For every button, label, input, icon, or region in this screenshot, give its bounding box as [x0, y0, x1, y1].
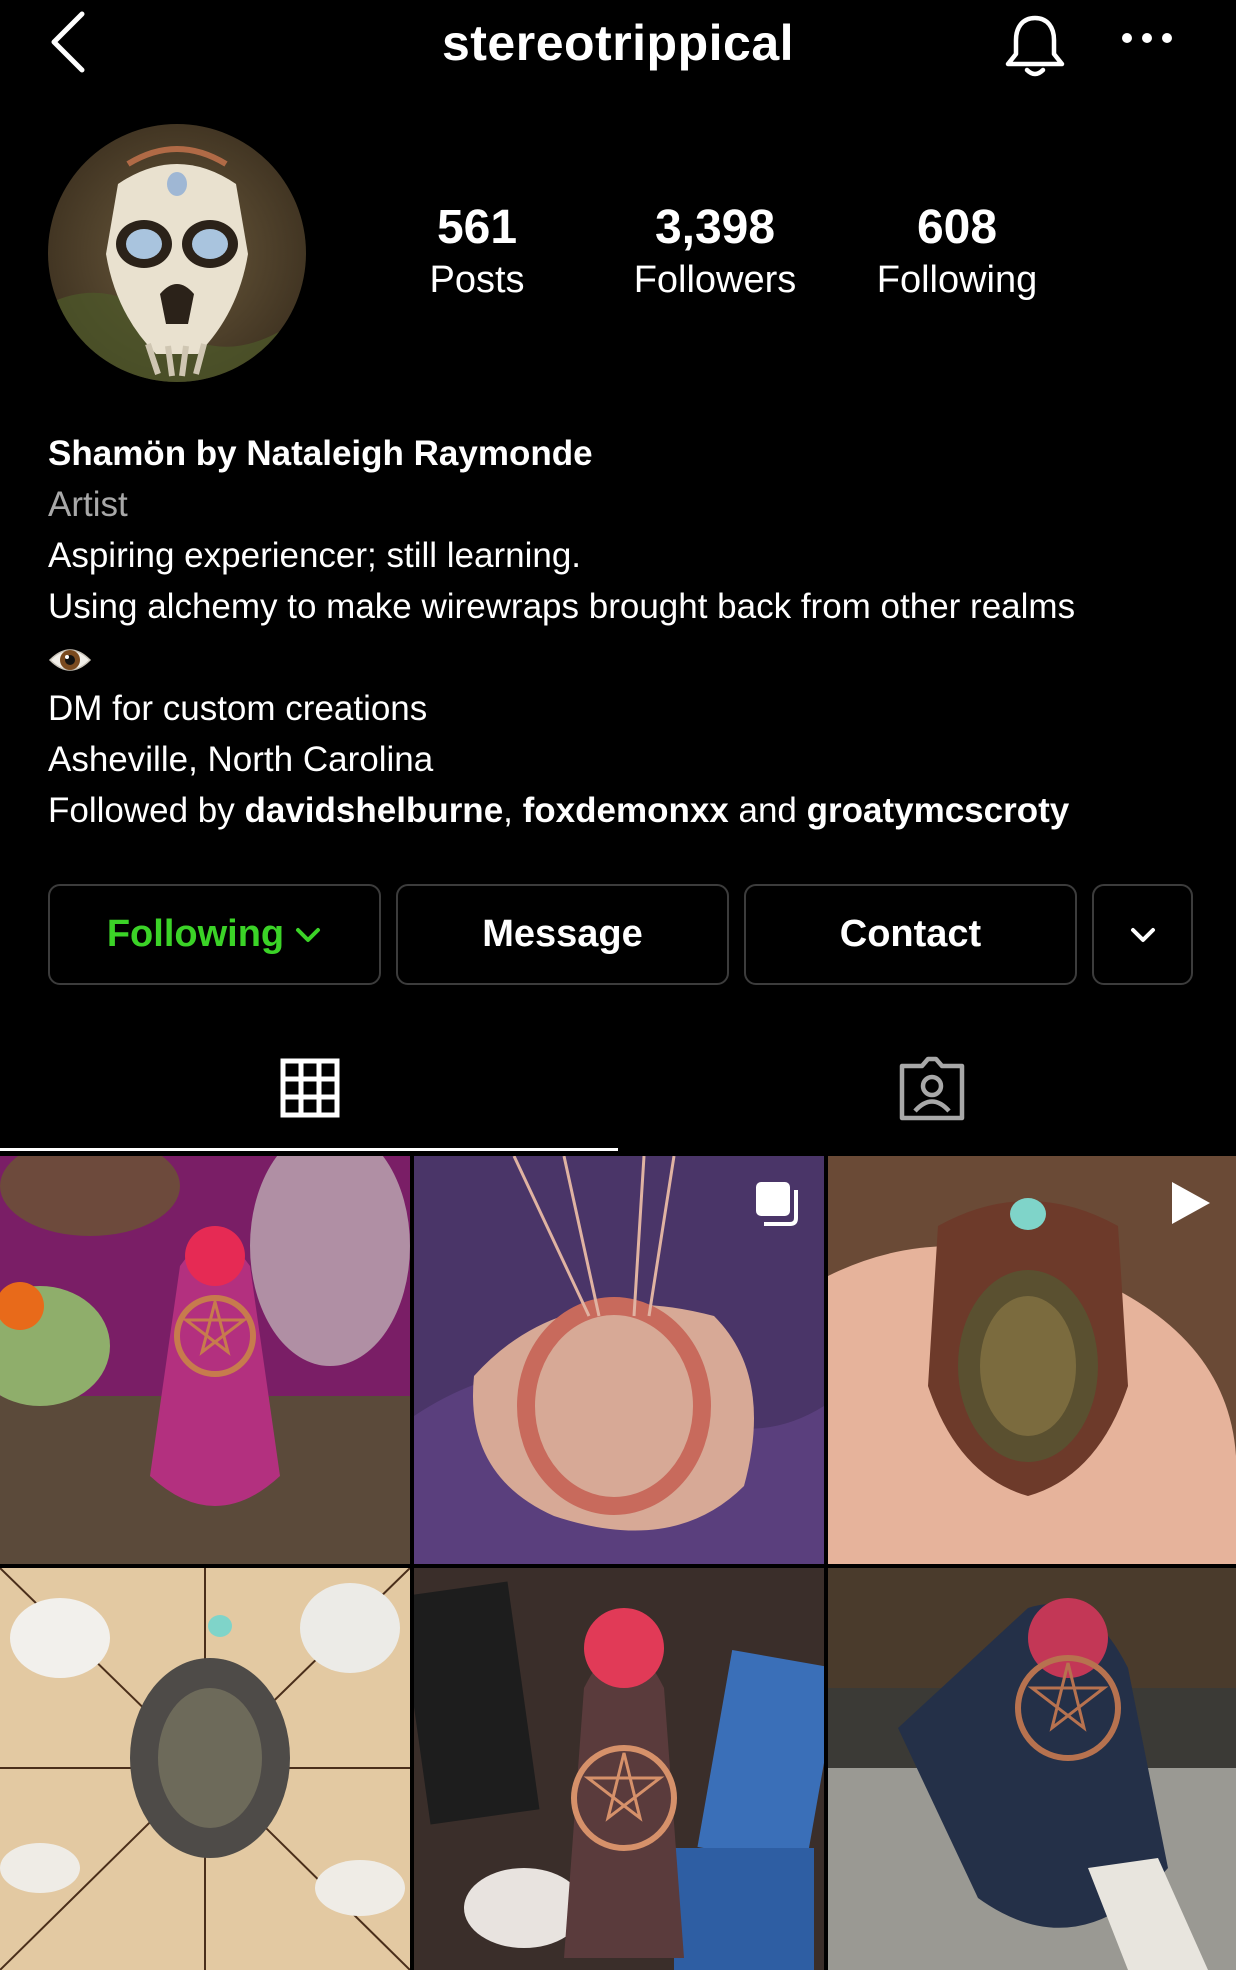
top-bar: stereotrippical [0, 0, 1236, 92]
play-icon [1172, 1182, 1210, 1224]
following-stat[interactable]: 608 Following [862, 200, 1052, 304]
eye-emoji-icon [48, 649, 92, 671]
bio: Shamön by Nataleigh Raymonde Artist Aspi… [48, 428, 1198, 836]
followers-count: 3,398 [654, 201, 776, 254]
profile-category: Artist [48, 485, 128, 524]
followed-and: and [728, 791, 807, 830]
post-thumbnail[interactable] [828, 1568, 1236, 1970]
display-name: Shamön by Nataleigh Raymonde [48, 434, 593, 473]
suggested-accounts-button[interactable] [1092, 884, 1193, 985]
posts-stat[interactable]: 561 Posts [400, 200, 554, 304]
post-thumbnail[interactable] [828, 1156, 1236, 1564]
followed-user-link[interactable]: davidshelburne [244, 791, 503, 830]
posts-grid [0, 1156, 1236, 1970]
profile-page: stereotrippical 561 Posts 3,398 Follower… [0, 0, 1236, 1970]
followed-by[interactable]: Followed by davidshelburne, foxdemonxx a… [48, 785, 1198, 836]
contact-button[interactable]: Contact [744, 884, 1077, 985]
active-tab-indicator [0, 1148, 618, 1151]
post-thumbnail[interactable] [0, 1568, 410, 1970]
posts-label: Posts [429, 259, 525, 301]
followers-stat[interactable]: 3,398 Followers [615, 200, 815, 304]
following-button-label: Following [106, 913, 285, 955]
followed-by-prefix: Followed by [48, 791, 245, 830]
bio-line-1: Aspiring experiencer; still learning. [48, 536, 582, 575]
post-thumbnail[interactable] [414, 1568, 824, 1970]
bell-icon[interactable] [1002, 12, 1068, 80]
bio-line-2: Using alchemy to make wirewraps brought … [48, 587, 1076, 626]
message-button-label: Message [482, 913, 643, 955]
followed-sep: , [503, 791, 523, 830]
followed-user-link[interactable]: groatymcscroty [807, 791, 1070, 830]
posts-count: 561 [436, 201, 518, 254]
followers-label: Followers [633, 259, 797, 301]
following-count: 608 [916, 201, 998, 254]
post-thumbnail[interactable] [414, 1156, 824, 1564]
chevron-down-icon [1130, 927, 1155, 942]
more-icon[interactable] [1120, 30, 1174, 46]
post-thumbnail[interactable] [0, 1156, 410, 1564]
chevron-down-icon [296, 927, 321, 942]
following-label: Following [876, 259, 1038, 301]
bio-line-3: DM for custom creations [48, 689, 428, 728]
eye-emoji-line [48, 632, 1198, 683]
tagged-icon[interactable] [898, 1056, 966, 1122]
following-button[interactable]: Following [48, 884, 381, 985]
followed-user-link[interactable]: foxdemonxx [523, 791, 729, 830]
avatar[interactable] [48, 124, 306, 382]
message-button[interactable]: Message [396, 884, 729, 985]
bio-location: Asheville, North Carolina [48, 740, 434, 779]
carousel-icon [756, 1182, 798, 1226]
contact-button-label: Contact [839, 913, 982, 955]
grid-icon[interactable] [280, 1058, 340, 1118]
